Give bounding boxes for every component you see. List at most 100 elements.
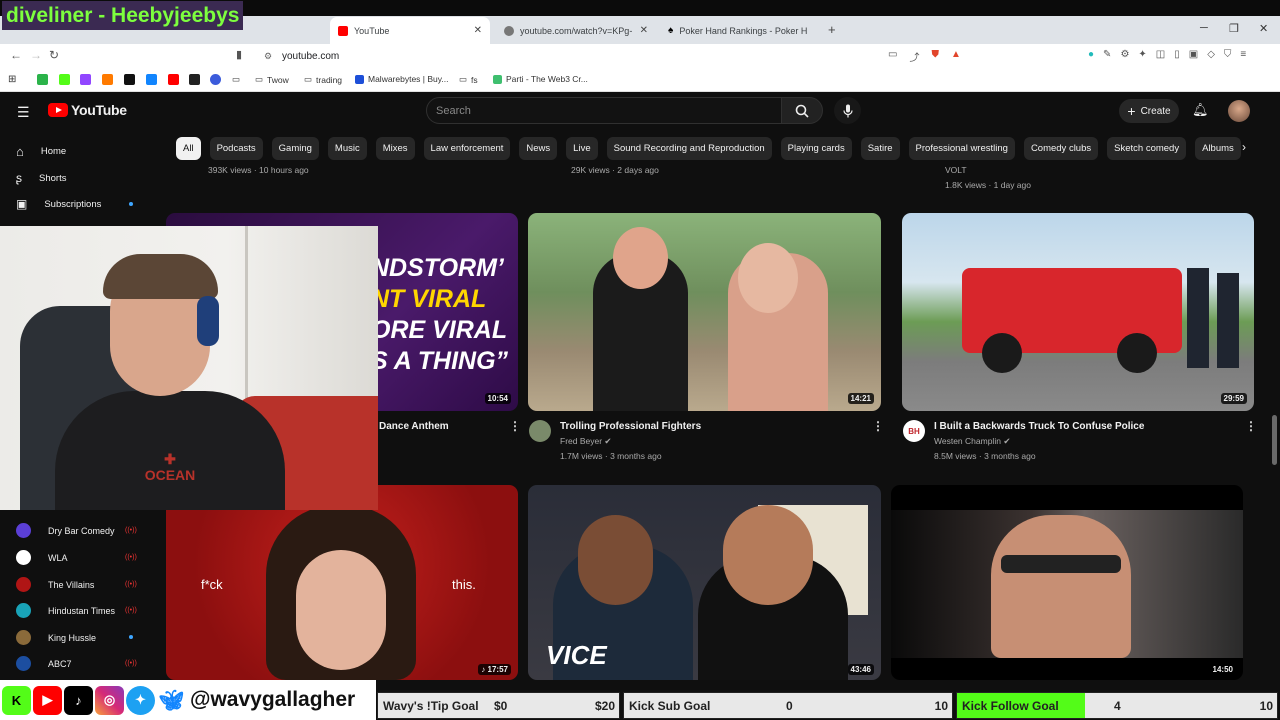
maximize-icon[interactable]: ❐ bbox=[1229, 22, 1239, 35]
video-title[interactable]: I Built a Backwards Truck To Confuse Pol… bbox=[934, 421, 1144, 432]
forward-icon[interactable]: → bbox=[30, 48, 42, 62]
chip-sketch-comedy[interactable]: Sketch comedy bbox=[1107, 136, 1187, 160]
chip-playing-cards[interactable]: Playing cards bbox=[780, 136, 852, 160]
bookmark-folder[interactable]: ▭ Twow bbox=[255, 74, 289, 85]
bookmark-icon[interactable]: ▮ bbox=[236, 48, 242, 61]
bookmark-folder[interactable]: ▭ fs bbox=[459, 74, 478, 85]
chevron-right-icon[interactable]: › bbox=[1242, 140, 1246, 154]
bookmark-shortcut[interactable] bbox=[189, 74, 200, 85]
more-options-icon[interactable]: ⋮ bbox=[872, 419, 884, 433]
bookmark-label: Parti - The Web3 Cr... bbox=[506, 74, 588, 84]
apps-icon[interactable]: ⊞ bbox=[8, 74, 16, 85]
channel-name: Hindustan Times bbox=[48, 605, 116, 616]
search-input[interactable]: Search bbox=[426, 97, 782, 124]
sidebar-item-shorts[interactable]: ʂ Shorts bbox=[16, 171, 66, 185]
video-thumbnail[interactable]: 14:21 bbox=[528, 213, 881, 411]
site-info-icon[interactable]: ⚙ bbox=[264, 51, 272, 62]
vpn-icon[interactable]: ◇ bbox=[1207, 49, 1215, 60]
account-avatar[interactable] bbox=[1228, 100, 1250, 122]
x-bookmark-icon[interactable] bbox=[124, 74, 135, 85]
chip-news[interactable]: News bbox=[519, 136, 558, 160]
notifications-bell-icon[interactable]: 🔔︎ bbox=[1192, 102, 1209, 118]
channel-avatar[interactable] bbox=[529, 420, 551, 442]
sidebar-icon[interactable]: ▯ bbox=[1174, 49, 1180, 60]
subscription-item[interactable]: The Villains bbox=[16, 577, 94, 592]
bookmark-folder[interactable]: ▭ trading bbox=[304, 74, 342, 85]
youtube-logo[interactable]: YouTube bbox=[48, 102, 127, 118]
search-button[interactable] bbox=[781, 97, 823, 124]
url-input[interactable]: ⚙ youtube.com bbox=[254, 47, 974, 65]
subscription-item[interactable]: ABC7 bbox=[16, 656, 72, 671]
bookmark-link[interactable]: Parti - The Web3 Cr... bbox=[493, 74, 588, 84]
bookmark-link[interactable]: Malwarebytes | Buy... bbox=[355, 74, 448, 84]
video-thumbnail[interactable]: 29:59 bbox=[902, 213, 1254, 411]
chip-sound-recording-and-reproduction[interactable]: Sound Recording and Reproduction bbox=[606, 136, 772, 160]
truck-wheel bbox=[1117, 333, 1157, 373]
tab-poker[interactable]: ♠ Poker Hand Rankings - Poker Hands bbox=[660, 17, 825, 44]
minimize-icon[interactable]: ─ bbox=[1200, 22, 1208, 34]
bluesky-bookmark-icon[interactable] bbox=[146, 74, 157, 85]
hoodie-print: ✚ OCEAN bbox=[144, 451, 196, 483]
folder-icon: ▭ bbox=[459, 74, 468, 84]
cast-icon[interactable]: ▭ bbox=[888, 49, 897, 64]
chip-mixes[interactable]: Mixes bbox=[375, 136, 415, 160]
video-title[interactable]: Trolling Professional Fighters bbox=[560, 421, 701, 432]
more-options-icon[interactable]: ⋮ bbox=[1245, 419, 1257, 433]
share-icon[interactable]: ⤴ bbox=[909, 49, 919, 64]
extension-icon[interactable]: ● bbox=[1088, 49, 1094, 60]
video-thumbnail[interactable]: f*ck this. ♪ 17:57 bbox=[166, 485, 518, 680]
bookmark-shortcut[interactable] bbox=[37, 74, 48, 85]
rewards-icon[interactable]: ▲ bbox=[951, 49, 961, 64]
extension-icon[interactable]: ⚙ bbox=[1120, 49, 1129, 60]
close-tab-icon[interactable]: ✕ bbox=[640, 25, 648, 36]
chip-satire[interactable]: Satire bbox=[860, 136, 900, 160]
puzzle-icon[interactable]: ✦ bbox=[1138, 49, 1146, 60]
channel-line[interactable]: Fred Beyer ✔ bbox=[560, 436, 612, 447]
reload-icon[interactable]: ↻ bbox=[49, 48, 59, 62]
subscription-item[interactable]: King Hussle bbox=[16, 630, 96, 645]
tab-youtube[interactable]: YouTube ✕ bbox=[330, 17, 490, 44]
hamburger-menu-icon[interactable]: ☰ bbox=[17, 104, 30, 121]
bookmark-shortcut[interactable] bbox=[102, 74, 113, 85]
channel-line[interactable]: Westen Champlin ✔ bbox=[934, 436, 1010, 447]
chip-albums[interactable]: Albums bbox=[1195, 136, 1241, 160]
close-tab-icon[interactable]: ✕ bbox=[474, 25, 482, 36]
subscription-item[interactable]: Hindustan Times bbox=[16, 603, 115, 618]
sidebar-item-home[interactable]: ⌂ Home bbox=[16, 144, 66, 159]
video-title[interactable]: Dance Anthem bbox=[379, 421, 449, 432]
create-button[interactable]: + Create bbox=[1119, 99, 1179, 123]
page-scrollbar[interactable] bbox=[1272, 415, 1277, 465]
shield-icon[interactable]: ⛉ bbox=[1224, 49, 1232, 60]
folder-icon[interactable]: ▭ bbox=[232, 74, 240, 85]
video-thumbnail[interactable]: VICE 43:46 bbox=[528, 485, 881, 680]
extension-icon[interactable]: ◫ bbox=[1156, 49, 1165, 60]
chip-live[interactable]: Live bbox=[566, 136, 598, 160]
chip-all[interactable]: All bbox=[176, 136, 201, 160]
brave-shield-icon[interactable]: ⛊ bbox=[931, 49, 939, 64]
voice-search-button[interactable] bbox=[834, 97, 861, 124]
subscription-item[interactable]: Dry Bar Comedy bbox=[16, 523, 115, 538]
chip-gaming[interactable]: Gaming bbox=[271, 136, 319, 160]
twitch-bookmark-icon[interactable] bbox=[80, 74, 91, 85]
tab-youtube-watch[interactable]: youtube.com/watch?v=KPg-hM ✕ bbox=[496, 17, 656, 44]
video-thumbnail[interactable]: 14:50 bbox=[891, 485, 1243, 680]
menu-icon[interactable]: ≡ bbox=[1240, 49, 1246, 60]
channel-name[interactable]: VOLT bbox=[945, 165, 967, 175]
subscription-item[interactable]: WLA bbox=[16, 550, 68, 565]
channel-avatar[interactable]: BH bbox=[903, 420, 925, 442]
more-options-icon[interactable]: ⋮ bbox=[509, 419, 521, 433]
chip-comedy-clubs[interactable]: Comedy clubs bbox=[1023, 136, 1099, 160]
youtube-bookmark-icon[interactable] bbox=[168, 74, 179, 85]
extension-icon[interactable]: ✎ bbox=[1103, 49, 1111, 60]
chip-professional-wrestling[interactable]: Professional wrestling bbox=[908, 136, 1015, 160]
window-close-icon[interactable]: ✕ bbox=[1259, 22, 1268, 35]
wallet-icon[interactable]: ▣ bbox=[1189, 49, 1198, 60]
sidebar-item-subscriptions[interactable]: ▣ Subscriptions bbox=[16, 197, 101, 211]
chip-podcasts[interactable]: Podcasts bbox=[209, 136, 263, 160]
bookmark-shortcut[interactable] bbox=[210, 74, 221, 85]
new-tab-button[interactable]: + bbox=[828, 22, 836, 37]
chip-music[interactable]: Music bbox=[327, 136, 367, 160]
kick-bookmark-icon[interactable] bbox=[59, 74, 70, 85]
back-icon[interactable]: ← bbox=[10, 48, 22, 62]
chip-law-enforcement[interactable]: Law enforcement bbox=[423, 136, 511, 160]
